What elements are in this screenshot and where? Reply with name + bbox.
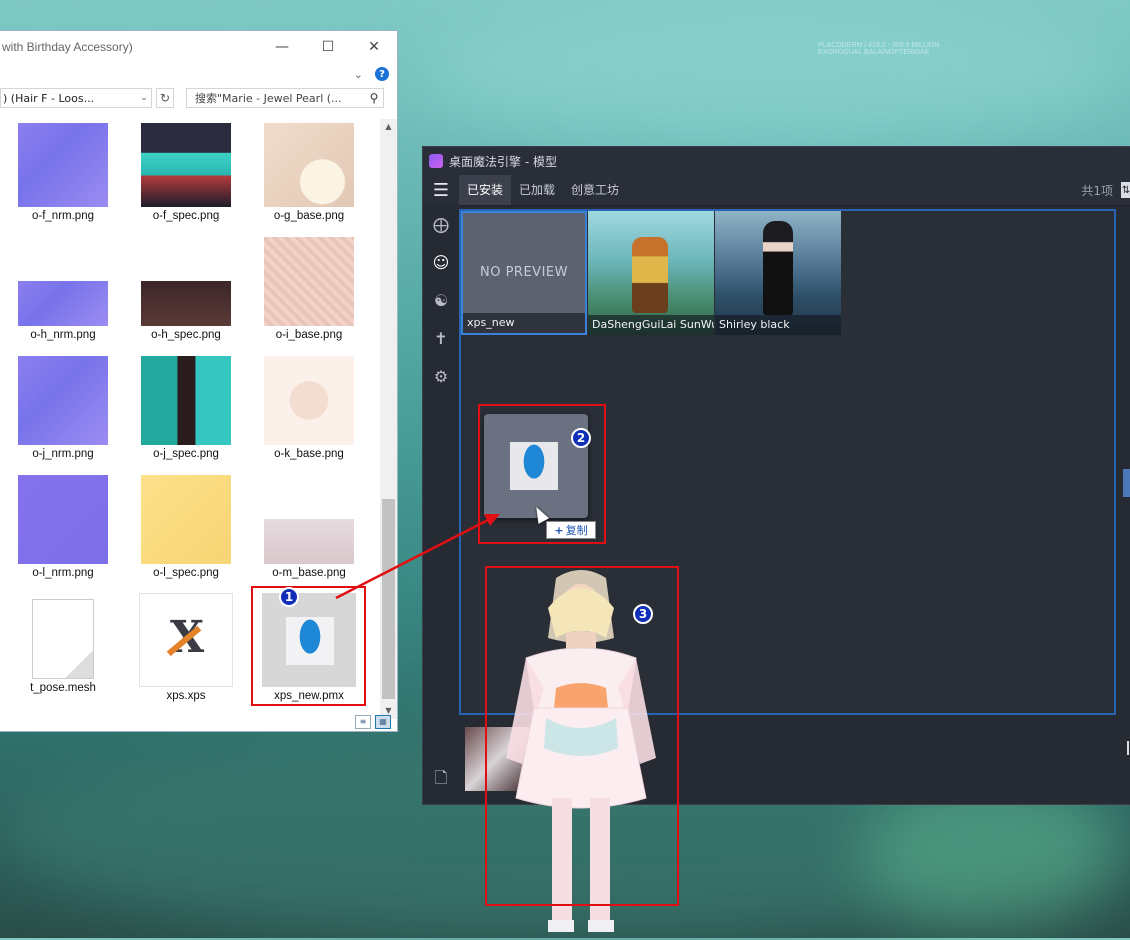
file-item[interactable]: o-h_spec.png	[127, 281, 245, 341]
model-name: DaShengGuiLai SunWu	[588, 315, 714, 335]
file-name: o-k_base.png	[274, 448, 344, 460]
file-item[interactable]: o-j_nrm.png	[4, 356, 122, 460]
address-bar[interactable]: ) (Hair F - Loos... ⌄	[0, 88, 152, 108]
base-texture-thumbnail	[264, 519, 354, 564]
new-file-icon[interactable]: 🗋	[423, 767, 459, 794]
file-name: o-f_spec.png	[152, 210, 220, 222]
maximize-icon[interactable]: ☐	[305, 31, 351, 63]
app-tab-bar: ☰ 已安装 已加载 创意工坊 共1项 ⇅	[423, 175, 1130, 206]
normal-map-thumbnail	[18, 281, 108, 326]
model-preview-image	[763, 221, 793, 315]
dance-icon[interactable]: ☯	[423, 281, 459, 319]
model-item[interactable]: Shirley black	[715, 211, 841, 335]
annotation-box-1	[251, 586, 366, 706]
scrollbar-thumb[interactable]	[382, 499, 395, 699]
file-name: t_pose.mesh	[30, 682, 96, 694]
refresh-icon[interactable]: ↻	[156, 88, 174, 108]
file-item[interactable]: o-f_spec.png	[127, 123, 245, 222]
model-item-selected[interactable]: NO PREVIEW xps_new	[461, 211, 587, 335]
app-title: 桌面魔法引擎 - 模型	[449, 154, 557, 169]
file-item[interactable]: o-h_nrm.png	[4, 281, 122, 341]
normal-map-thumbnail	[18, 123, 108, 207]
address-row: ) (Hair F - Loos... ⌄ ↻ 搜索"Marie - Jewel…	[0, 85, 397, 111]
address-text: ) (Hair F - Loos...	[3, 91, 95, 105]
search-icon[interactable]: ⚲	[365, 91, 383, 105]
add-item-icon[interactable]: ⨁	[423, 205, 459, 243]
file-item[interactable]: t_pose.mesh	[4, 599, 122, 694]
tab-loaded[interactable]: 已加载	[511, 175, 563, 205]
face-icon[interactable]: ☺	[423, 243, 459, 281]
file-name: o-g_base.png	[273, 210, 345, 222]
search-placeholder: 搜索"Marie - Jewel Pearl (...	[195, 92, 342, 105]
model-name: xps_new	[463, 313, 585, 333]
panel-toggle[interactable]	[1123, 469, 1130, 497]
annotation-badge-1: 1	[279, 587, 299, 607]
close-icon[interactable]: ✕	[351, 31, 397, 63]
view-toggle: ≡ ▦	[355, 715, 391, 729]
spec-map-thumbnail	[141, 356, 231, 445]
normal-map-thumbnail	[18, 356, 108, 445]
file-name: o-l_nrm.png	[32, 567, 94, 579]
spec-map-thumbnail	[141, 123, 231, 207]
base-texture-thumbnail	[264, 123, 354, 207]
chevron-down-icon[interactable]: ⌄	[354, 68, 363, 81]
file-item[interactable]: o-j_spec.png	[127, 356, 245, 460]
vertical-scrollbar[interactable]: ▲ ▼	[380, 119, 397, 719]
file-item[interactable]: o-f_nrm.png	[4, 123, 122, 222]
person-icon[interactable]: ✝	[423, 319, 459, 357]
details-view-icon[interactable]: ≡	[355, 715, 371, 729]
explorer-title-bar: with Birthday Accessory) — ☐ ✕	[0, 31, 397, 63]
sort-button[interactable]: ⇅	[1121, 182, 1130, 198]
model-preview-image	[632, 237, 668, 313]
file-item[interactable]: o-l_spec.png	[127, 475, 245, 579]
file-name: o-j_nrm.png	[32, 448, 94, 460]
file-name: o-i_base.png	[275, 329, 343, 341]
file-item[interactable]: o-k_base.png	[250, 356, 368, 460]
help-icon[interactable]: ?	[375, 67, 389, 81]
file-name: o-j_spec.png	[153, 448, 219, 460]
menu-icon[interactable]: ☰	[423, 180, 459, 201]
tab-workshop[interactable]: 创意工坊	[563, 175, 627, 205]
file-name: o-m_base.png	[272, 567, 346, 579]
model-name: Shirley black	[715, 315, 841, 335]
file-item[interactable]: o-i_base.png	[250, 237, 368, 341]
file-name: xps.xps	[166, 690, 206, 702]
base-texture-thumbnail	[264, 356, 354, 445]
minimize-icon[interactable]: —	[259, 31, 305, 63]
file-item[interactable]: o-l_nrm.png	[4, 475, 122, 579]
search-input[interactable]: 搜索"Marie - Jewel Pearl (... ⚲	[186, 88, 384, 108]
file-item[interactable]: o-g_base.png	[250, 123, 368, 222]
model-item[interactable]: DaShengGuiLai SunWu	[588, 211, 714, 335]
tab-installed[interactable]: 已安装	[459, 175, 512, 205]
app-sidebar: ⨁ ☺ ☯ ✝ ⚙	[423, 205, 459, 804]
spec-map-thumbnail	[141, 475, 231, 564]
file-item[interactable]: o-m_base.png	[250, 519, 368, 579]
file-name: o-l_spec.png	[153, 567, 219, 579]
app-title-bar: 桌面魔法引擎 - 模型	[423, 147, 1130, 175]
chevron-down-icon[interactable]: ⌄	[137, 93, 151, 103]
app-logo-icon	[429, 154, 443, 168]
large-icons-view-icon[interactable]: ▦	[375, 715, 391, 729]
gear-icon[interactable]: ⚙	[423, 357, 459, 395]
annotation-box-2	[478, 404, 606, 544]
file-name: o-f_nrm.png	[31, 210, 94, 222]
annotation-badge-2: 2	[571, 428, 591, 448]
annotation-badge-3: 3	[633, 604, 653, 624]
explorer-ribbon: ⌄ ?	[0, 63, 397, 85]
file-item[interactable]: X xps.xps	[127, 593, 245, 702]
explorer-title: with Birthday Accessory)	[2, 40, 133, 54]
file-name: o-h_spec.png	[151, 329, 221, 341]
file-name: o-h_nrm.png	[30, 329, 96, 341]
base-texture-thumbnail	[264, 237, 354, 326]
scroll-up-icon[interactable]: ▲	[380, 119, 397, 135]
document-icon	[32, 599, 94, 679]
normal-map-thumbnail	[18, 475, 108, 564]
no-preview-label: NO PREVIEW	[480, 265, 568, 280]
item-count: 共1项	[1081, 183, 1113, 198]
divider	[1127, 741, 1129, 755]
spec-map-thumbnail	[141, 281, 231, 326]
xps-file-icon: X	[139, 593, 233, 687]
